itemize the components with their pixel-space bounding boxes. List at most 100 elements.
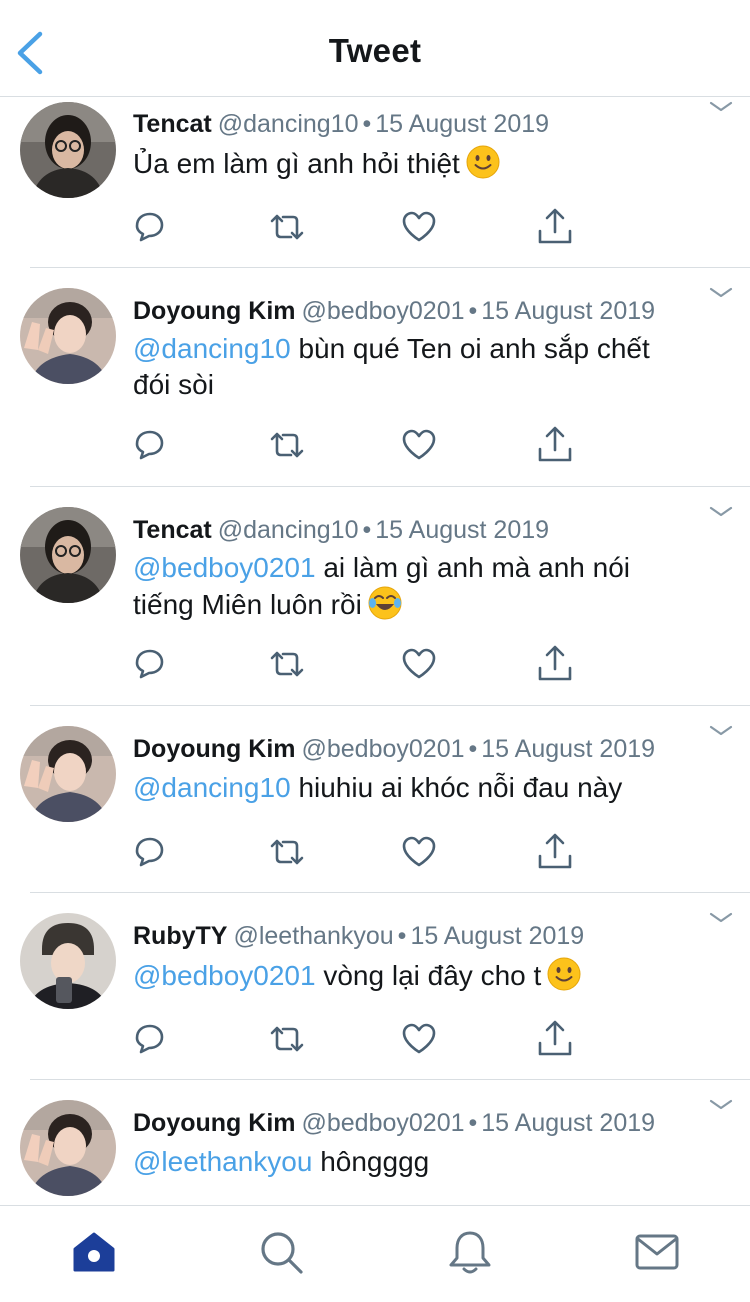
tweet-body: hiuhiu ai khóc nỗi đau này — [298, 772, 623, 803]
reply-icon[interactable] — [129, 207, 169, 247]
slightly-smiling-emoji — [547, 957, 581, 991]
top-bar: Tweet — [0, 0, 750, 97]
chevron-down-icon[interactable] — [708, 99, 734, 115]
messages-icon[interactable] — [633, 1228, 681, 1276]
tweet-item[interactable]: Doyoung Kim @bedboy0201 • 15 August 2019 @d… — [0, 706, 750, 893]
tweet-body-line-2: tiếng Miên luôn rồi — [133, 589, 362, 620]
display-name[interactable]: Doyoung Kim — [133, 297, 296, 325]
tweet-body: vòng lại đây cho t — [323, 960, 542, 991]
tweet-meta: Tencat @dancing10 • 15 August 2019 — [133, 109, 710, 139]
tweet-actions — [133, 832, 593, 872]
tweet-date: 15 August 2019 — [410, 922, 585, 950]
tears-of-joy-emoji — [368, 586, 402, 620]
avatar[interactable] — [20, 507, 116, 603]
share-icon[interactable] — [535, 207, 575, 247]
tweet-actions — [133, 644, 593, 684]
avatar[interactable] — [20, 913, 116, 1009]
chevron-down-icon[interactable] — [708, 1097, 734, 1113]
username[interactable]: @dancing10 — [218, 110, 359, 138]
mention-link[interactable]: @leethankyou — [133, 1146, 312, 1177]
retweet-icon[interactable] — [267, 1019, 307, 1059]
mention-link[interactable]: @bedboy0201 — [133, 960, 316, 991]
tweet-actions — [133, 425, 593, 465]
slightly-smiling-emoji — [466, 145, 500, 179]
like-icon[interactable] — [399, 832, 439, 872]
retweet-icon[interactable] — [267, 425, 307, 465]
tweet-text: @dancing10 bùn qué Ten oi anh sắp chết đó… — [133, 331, 723, 403]
tweet-meta: Tencat @dancing10 • 15 August 2019 — [133, 515, 710, 545]
like-icon[interactable] — [399, 644, 439, 684]
tweet-text: @leethankyou hôngggg — [133, 1144, 723, 1180]
home-icon[interactable] — [70, 1228, 118, 1276]
tweet-body: hôngggg — [320, 1146, 430, 1177]
avatar[interactable] — [20, 288, 116, 384]
share-icon[interactable] — [535, 425, 575, 465]
like-icon[interactable] — [399, 1019, 439, 1059]
tweet-item[interactable]: Doyoung Kim @bedboy0201 • 15 August 2019 @l… — [0, 1080, 750, 1205]
separator: • — [468, 297, 478, 325]
reply-thread[interactable]: Tencat @dancing10 • 15 August 2019 Ủa em là… — [0, 97, 750, 1205]
tweet-body: bùn qué Ten oi anh sắp chết — [298, 333, 650, 364]
chevron-down-icon[interactable] — [708, 504, 734, 520]
display-name[interactable]: Doyoung Kim — [133, 735, 296, 763]
tweet-body: Ủa em làm gì anh hỏi thiệt — [133, 148, 460, 179]
tweet-date: 15 August 2019 — [481, 735, 656, 763]
chevron-down-icon[interactable] — [708, 723, 734, 739]
tweet-meta: Doyoung Kim @bedboy0201 • 15 August 2019 — [133, 1108, 710, 1138]
separator: • — [468, 735, 478, 763]
chevron-down-icon[interactable] — [708, 910, 734, 926]
notifications-icon[interactable] — [446, 1228, 494, 1276]
chevron-down-icon[interactable] — [708, 285, 734, 301]
display-name[interactable]: Tencat — [133, 516, 212, 544]
mention-link[interactable]: @dancing10 — [133, 333, 291, 364]
username[interactable]: @leethankyou — [233, 922, 393, 950]
display-name[interactable]: RubyTY — [133, 922, 227, 950]
username[interactable]: @bedboy0201 — [302, 1109, 465, 1137]
mention-link[interactable]: @bedboy0201 — [133, 552, 316, 583]
username[interactable]: @dancing10 — [218, 516, 359, 544]
retweet-icon[interactable] — [267, 832, 307, 872]
tweet-meta: Doyoung Kim @bedboy0201 • 15 August 2019 — [133, 296, 710, 326]
tweet-item[interactable]: Doyoung Kim @bedboy0201 • 15 August 2019 @d… — [0, 268, 750, 487]
tweet-text: Ủa em làm gì anh hỏi thiệt — [133, 145, 723, 182]
bottom-tab-bar — [0, 1205, 750, 1302]
tweet-text: @bedboy0201 vòng lại đây cho t — [133, 957, 723, 994]
avatar[interactable] — [20, 726, 116, 822]
tweet-actions — [133, 207, 593, 247]
tweet-body: ai làm gì anh mà anh nói — [323, 552, 630, 583]
search-icon[interactable] — [257, 1228, 305, 1276]
username[interactable]: @bedboy0201 — [302, 297, 465, 325]
retweet-icon[interactable] — [267, 207, 307, 247]
share-icon[interactable] — [535, 832, 575, 872]
reply-icon[interactable] — [129, 425, 169, 465]
tweet-date: 15 August 2019 — [375, 516, 550, 544]
tweet-text: @bedboy0201 ai làm gì anh mà anh nói tiến… — [133, 550, 723, 623]
reply-icon[interactable] — [129, 644, 169, 684]
retweet-icon[interactable] — [267, 644, 307, 684]
tweet-item[interactable]: Tencat @dancing10 • 15 August 2019 Ủa em là… — [0, 97, 750, 268]
mention-link[interactable]: @dancing10 — [133, 772, 291, 803]
separator: • — [468, 1109, 478, 1137]
tweet-actions — [133, 1019, 593, 1059]
share-icon[interactable] — [535, 1019, 575, 1059]
tweet-date: 15 August 2019 — [375, 110, 550, 138]
tweet-body-line-2: đói sòi — [133, 369, 214, 400]
tweet-item[interactable]: Tencat @dancing10 • 15 August 2019 @bedboy0… — [0, 487, 750, 706]
username[interactable]: @bedboy0201 — [302, 735, 465, 763]
share-icon[interactable] — [535, 644, 575, 684]
display-name[interactable]: Tencat — [133, 110, 212, 138]
tweet-text: @dancing10 hiuhiu ai khóc nỗi đau này — [133, 770, 723, 806]
separator: • — [397, 922, 407, 950]
tweet-item[interactable]: RubyTY @leethankyou • 15 August 2019 @bedbo… — [0, 893, 750, 1080]
page-title: Tweet — [328, 32, 422, 69]
separator: • — [362, 110, 372, 138]
like-icon[interactable] — [399, 425, 439, 465]
avatar[interactable] — [20, 1100, 116, 1196]
separator: • — [362, 516, 372, 544]
reply-icon[interactable] — [129, 1019, 169, 1059]
reply-icon[interactable] — [129, 832, 169, 872]
avatar[interactable] — [20, 102, 116, 198]
like-icon[interactable] — [399, 207, 439, 247]
tweet-date: 15 August 2019 — [481, 1109, 656, 1137]
display-name[interactable]: Doyoung Kim — [133, 1109, 296, 1137]
